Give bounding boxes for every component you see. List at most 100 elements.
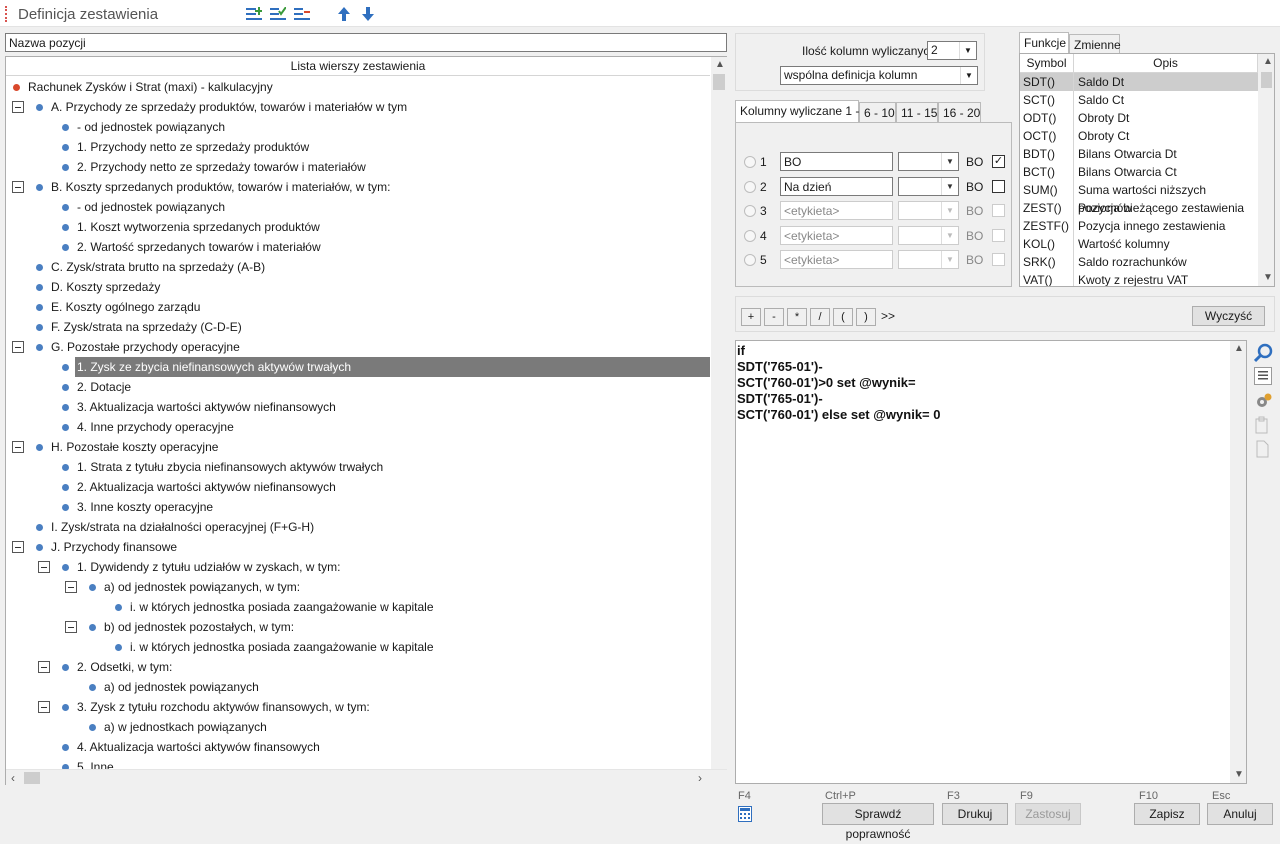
- arrow-down-icon[interactable]: [359, 5, 377, 23]
- column-type-select[interactable]: ▼: [898, 225, 959, 245]
- function-row[interactable]: ZEST() Pozycja bieżącego zestawienia: [1020, 199, 1258, 217]
- tree-row[interactable]: C. Zysk/strata brutto na sprzedaży (A-B): [6, 257, 710, 277]
- column-label-input[interactable]: <etykieta>: [780, 225, 893, 245]
- collapse-icon[interactable]: [12, 181, 24, 193]
- bo-checkbox[interactable]: [992, 228, 1005, 242]
- apply-button[interactable]: Zastosuj: [1015, 803, 1081, 825]
- bo-checkbox[interactable]: [992, 179, 1005, 193]
- bo-checkbox[interactable]: [992, 204, 1005, 217]
- scroll-thumb[interactable]: [1261, 72, 1272, 88]
- function-row[interactable]: KOL() Wartość kolumny: [1020, 235, 1258, 253]
- tree-row[interactable]: E. Koszty ogólnego zarządu: [6, 297, 710, 317]
- settings-icon[interactable]: [1254, 392, 1272, 410]
- tree-row[interactable]: 1. Koszt wytworzenia sprzedanych produkt…: [6, 217, 710, 237]
- tree-row[interactable]: H. Pozostałe koszty operacyjne: [6, 437, 710, 457]
- collapse-icon[interactable]: [65, 581, 77, 593]
- column-count-select[interactable]: 2 ▼: [927, 41, 977, 60]
- description-column-header[interactable]: Opis: [1074, 54, 1258, 73]
- function-row[interactable]: VAT() Kwoty z rejestru VAT: [1020, 271, 1258, 286]
- column-label-input[interactable]: <etykieta>: [780, 250, 893, 269]
- tree-row[interactable]: 4. Aktualizacja wartości aktywów finanso…: [6, 737, 710, 757]
- function-row[interactable]: SDT() Saldo Dt: [1020, 73, 1258, 91]
- tree-row[interactable]: J. Przychody finansowe: [6, 537, 710, 557]
- function-row[interactable]: ODT() Obroty Dt: [1020, 109, 1258, 127]
- collapse-icon[interactable]: [38, 661, 50, 673]
- column-type-select[interactable]: ▼: [898, 201, 959, 220]
- calculator-icon[interactable]: [738, 806, 752, 822]
- column-radio[interactable]: [744, 205, 756, 217]
- scroll-right-icon[interactable]: ›: [698, 771, 702, 785]
- operator-button[interactable]: ): [856, 308, 876, 326]
- tree-row[interactable]: a) od jednostek powiązanych, w tym:: [6, 577, 710, 597]
- tree-row[interactable]: - od jednostek powiązanych: [6, 117, 710, 137]
- editor-scrollbar[interactable]: ▲ ▼: [1230, 341, 1246, 783]
- tree-row[interactable]: G. Pozostałe przychody operacyjne: [6, 337, 710, 357]
- column-label-input[interactable]: BO: [780, 152, 893, 171]
- tree-row[interactable]: B. Koszty sprzedanych produktów, towarów…: [6, 177, 710, 197]
- tree-body[interactable]: Rachunek Zysków i Strat (maxi) - kalkula…: [6, 77, 710, 769]
- check-rows-icon[interactable]: [269, 5, 287, 23]
- tree-row[interactable]: 2. Dotacje: [6, 377, 710, 397]
- tree-vertical-scrollbar[interactable]: ▲ ▼: [711, 57, 727, 780]
- tree-row[interactable]: 1. Zysk ze zbycia niefinansowych aktywów…: [6, 357, 710, 377]
- function-row[interactable]: SUM() Suma wartości niższych poziomów: [1020, 181, 1258, 215]
- column-type-select[interactable]: ▼: [898, 250, 959, 269]
- scroll-down-icon[interactable]: ▼: [1234, 769, 1244, 780]
- chevron-down-icon[interactable]: ▼: [941, 251, 958, 268]
- tree-row[interactable]: - od jednostek powiązanych: [6, 197, 710, 217]
- operator-button[interactable]: +: [741, 308, 761, 326]
- tab-variables[interactable]: Zmienne: [1069, 34, 1121, 54]
- column-radio[interactable]: [744, 156, 756, 168]
- tree-row[interactable]: Rachunek Zysków i Strat (maxi) - kalkula…: [6, 77, 710, 97]
- tree-row[interactable]: 5. Inne: [6, 757, 710, 769]
- tree-row[interactable]: a) od jednostek powiązanych: [6, 677, 710, 697]
- collapse-icon[interactable]: [12, 441, 24, 453]
- list-icon[interactable]: [1254, 367, 1272, 385]
- operator-button[interactable]: (: [833, 308, 853, 326]
- chevron-down-icon[interactable]: ▼: [941, 177, 958, 195]
- function-row[interactable]: BCT() Bilans Otwarcia Ct: [1020, 163, 1258, 181]
- column-radio[interactable]: [744, 229, 756, 242]
- item-name-input[interactable]: Nazwa pozycji: [5, 33, 727, 52]
- scroll-down-icon[interactable]: ▼: [1263, 272, 1273, 283]
- tab-columns-6-10[interactable]: 6 - 10: [859, 102, 896, 122]
- remove-row-icon[interactable]: [293, 5, 311, 23]
- chevron-down-icon[interactable]: ▼: [960, 67, 977, 84]
- scroll-up-icon[interactable]: ▲: [1263, 56, 1273, 67]
- column-radio[interactable]: [744, 254, 756, 266]
- add-row-icon[interactable]: [245, 5, 263, 23]
- tree-row[interactable]: D. Koszty sprzedaży: [6, 277, 710, 297]
- tree-row[interactable]: a) w jednostkach powiązanych: [6, 717, 710, 737]
- tab-functions[interactable]: Funkcje: [1019, 32, 1069, 54]
- symbol-column-header[interactable]: Symbol: [1020, 54, 1074, 73]
- formula-text[interactable]: if SDT('765-01')- SCT('760-01')>0 set @w…: [737, 343, 940, 423]
- functions-table[interactable]: Symbol Opis SDT() Saldo Dt SCT() Saldo Ct OD…: [1019, 53, 1275, 287]
- chevron-down-icon[interactable]: ▼: [959, 42, 976, 59]
- tree-row[interactable]: F. Zysk/strata na sprzedaży (C-D-E): [6, 317, 710, 337]
- collapse-icon[interactable]: [38, 561, 50, 573]
- tree-row[interactable]: 2. Przychody netto ze sprzedaży towarów …: [6, 157, 710, 177]
- tree-row[interactable]: 2. Odsetki, w tym:: [6, 657, 710, 677]
- tree-row[interactable]: 1. Strata z tytułu zbycia niefinansowych…: [6, 457, 710, 477]
- print-button[interactable]: Drukuj: [942, 803, 1008, 825]
- function-row[interactable]: SCT() Saldo Ct: [1020, 91, 1258, 109]
- tree-row[interactable]: 2. Aktualizacja wartości aktywów niefina…: [6, 477, 710, 497]
- clear-button[interactable]: Wyczyść: [1192, 306, 1265, 326]
- check-correctness-button[interactable]: Sprawdź poprawność: [822, 803, 934, 841]
- function-row[interactable]: SRK() Saldo rozrachunków: [1020, 253, 1258, 271]
- tree-row[interactable]: 4. Inne przychody operacyjne: [6, 417, 710, 437]
- tree-row[interactable]: i. w których jednostka posiada zaangażow…: [6, 637, 710, 657]
- tree-row[interactable]: I. Zysk/strata na działalności operacyjn…: [6, 517, 710, 537]
- column-definition-select[interactable]: wspólna definicja kolumn ▼: [780, 66, 978, 85]
- column-radio[interactable]: [744, 180, 756, 193]
- tree-row[interactable]: b) od jednostek pozostałych, w tym:: [6, 617, 710, 637]
- collapse-icon[interactable]: [65, 621, 77, 633]
- tree-row[interactable]: 3. Inne koszty operacyjne: [6, 497, 710, 517]
- tree-row[interactable]: 1. Dywidendy z tytułu udziałów w zyskach…: [6, 557, 710, 577]
- search-icon[interactable]: [1253, 343, 1273, 363]
- collapse-icon[interactable]: [12, 541, 24, 553]
- scroll-thumb[interactable]: [713, 74, 725, 90]
- tree-row[interactable]: i. w których jednostka posiada zaangażow…: [6, 597, 710, 617]
- column-label-input[interactable]: Na dzień: [780, 176, 893, 196]
- tree-row[interactable]: A. Przychody ze sprzedaży produktów, tow…: [6, 97, 710, 117]
